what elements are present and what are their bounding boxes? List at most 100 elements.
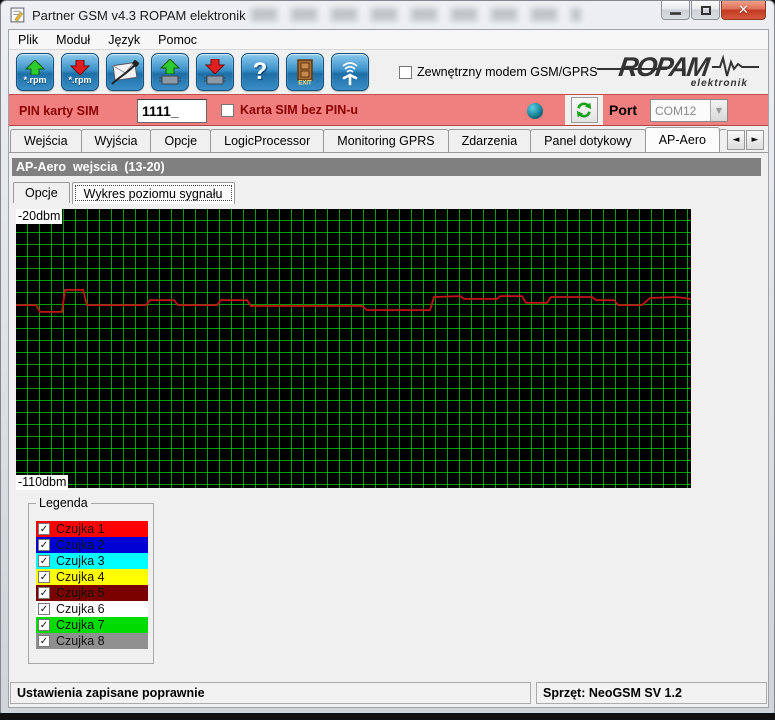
legend-item-8: ✓ Czujka 8 bbox=[36, 633, 148, 649]
legend-item-5: ✓ Czujka 5 bbox=[36, 585, 148, 601]
no-pin-checkbox[interactable]: Karta SIM bez PIN-u bbox=[221, 103, 358, 117]
app-window: Partner GSM v4.3 ROPAM elektronik ✕ Plik… bbox=[0, 0, 775, 714]
arrow-down-icon bbox=[67, 60, 93, 75]
minimize-icon bbox=[670, 12, 681, 15]
antenna-button[interactable] bbox=[331, 53, 369, 91]
chip-icon bbox=[158, 74, 182, 85]
legend-checkbox-5[interactable]: ✓ bbox=[38, 587, 50, 599]
refresh-ports-button[interactable] bbox=[571, 97, 598, 123]
tab-panel-dotykowy[interactable]: Panel dotykowy bbox=[530, 129, 646, 152]
checkbox-icon[interactable] bbox=[221, 104, 234, 117]
com-port-value: COM12 bbox=[651, 104, 710, 118]
save-rpm-file-button[interactable]: *.rpm bbox=[61, 53, 99, 91]
read-module-button[interactable] bbox=[151, 53, 189, 91]
chevron-down-icon[interactable]: ▼ bbox=[710, 100, 727, 121]
refresh-pad bbox=[565, 95, 603, 125]
arrow-up-icon bbox=[22, 60, 48, 75]
question-mark-icon: ? bbox=[253, 57, 268, 87]
checkbox-icon[interactable] bbox=[399, 66, 412, 79]
tab-ap-aero[interactable]: AP-Aero bbox=[645, 127, 720, 152]
tab-scroll-left-button[interactable]: ◄ bbox=[727, 130, 745, 150]
subtab-wykres[interactable]: Wykres poziomu sygnału bbox=[72, 182, 235, 204]
legend-checkbox-2[interactable]: ✓ bbox=[38, 539, 50, 551]
subtabs: Opcje Wykres poziomu sygnału bbox=[13, 182, 237, 204]
write-module-button[interactable] bbox=[196, 53, 234, 91]
legend-checkbox-3[interactable]: ✓ bbox=[38, 555, 50, 567]
exit-button[interactable]: EXIT bbox=[286, 53, 324, 91]
legend-item-7: ✓ Czujka 7 bbox=[36, 617, 148, 633]
external-modem-checkbox[interactable]: Zewnętrzny modem GSM/GPRS bbox=[399, 65, 598, 79]
client-area: Plik Moduł Język Pomoc *.rpm *.rpm bbox=[8, 29, 769, 708]
tab-scroll-right-button[interactable]: ► bbox=[746, 130, 764, 150]
legend-checkbox-6[interactable]: ✓ bbox=[38, 603, 50, 615]
rpm-label: *.rpm bbox=[23, 76, 46, 85]
load-rpm-file-button[interactable]: *.rpm bbox=[16, 53, 54, 91]
tab-logicprocessor[interactable]: LogicProcessor bbox=[210, 129, 324, 152]
pin-row: PIN karty SIM Karta SIM bez PIN-u Port bbox=[9, 94, 768, 126]
legend-title: Legenda bbox=[36, 496, 91, 510]
tab-wyj-cia[interactable]: Wyjścia bbox=[81, 129, 152, 152]
help-button[interactable]: ? bbox=[241, 53, 279, 91]
y-axis-max-label: -20dbm bbox=[16, 209, 62, 224]
minimize-button[interactable] bbox=[661, 1, 690, 20]
svg-text:EXIT: EXIT bbox=[298, 81, 312, 86]
legend-checkbox-4[interactable]: ✓ bbox=[38, 571, 50, 583]
arrow-down-icon bbox=[202, 59, 228, 74]
tab-scroll-arrows: ◄ ► bbox=[726, 130, 764, 150]
ropam-logo: ROPAM elektronik bbox=[619, 54, 754, 90]
legend-item-2: ✓ Czujka 2 bbox=[36, 537, 148, 553]
legend-item-1: ✓ Czujka 1 bbox=[36, 521, 148, 537]
pin-input[interactable] bbox=[137, 99, 207, 123]
tab-zdarzenia[interactable]: Zdarzenia bbox=[448, 129, 532, 152]
legend-label: Czujka 7 bbox=[56, 618, 105, 632]
tab-content: AP-Aero wejscia (13-20) Opcje Wykres poz… bbox=[9, 152, 768, 678]
title-bar[interactable]: Partner GSM v4.3 ROPAM elektronik ✕ bbox=[1, 1, 774, 29]
tab-row: WejściaWyjściaOpcjeLogicProcessorMonitor… bbox=[9, 127, 768, 152]
app-icon bbox=[10, 7, 27, 24]
arrow-up-icon bbox=[157, 59, 183, 74]
tab-monitoring-gprs[interactable]: Monitoring GPRS bbox=[323, 129, 448, 152]
menu-modul[interactable]: Moduł bbox=[47, 33, 99, 47]
legend-checkbox-7[interactable]: ✓ bbox=[38, 619, 50, 631]
rpm-label: *.rpm bbox=[68, 76, 91, 85]
legend-label: Czujka 2 bbox=[56, 538, 105, 552]
legend-item-4: ✓ Czujka 4 bbox=[36, 569, 148, 585]
plug-envelope-icon bbox=[110, 58, 140, 86]
window-title: Partner GSM v4.3 ROPAM elektronik bbox=[32, 8, 246, 23]
legend-label: Czujka 1 bbox=[56, 522, 105, 536]
close-button[interactable]: ✕ bbox=[721, 1, 766, 20]
external-modem-label: Zewnętrzny modem GSM/GPRS bbox=[417, 65, 598, 79]
legend-item-3: ✓Czujka 3 bbox=[36, 553, 148, 569]
signal-chart-plot bbox=[16, 209, 691, 488]
legend-groupbox: Legenda ✓Czujka 1✓Czujka 2✓Czujka 3✓Czuj… bbox=[28, 503, 154, 664]
tab-rf-4-ster[interactable]: RF-4 ster bbox=[719, 129, 726, 152]
status-message: Ustawienia zapisane poprawnie bbox=[10, 682, 531, 704]
antenna-icon bbox=[335, 58, 365, 86]
legend-label: Czujka 6 bbox=[56, 602, 105, 616]
connection-led-indicator bbox=[527, 103, 543, 119]
y-axis-min-label: -110dbm bbox=[16, 475, 68, 490]
legend-checkbox-8[interactable]: ✓ bbox=[38, 635, 50, 647]
hardware-version: Sprzęt: NeoGSM SV 1.2 bbox=[536, 682, 767, 704]
legend-checkbox-1[interactable]: ✓ bbox=[38, 523, 50, 535]
maximize-button[interactable] bbox=[691, 1, 720, 20]
legend-label: Czujka 8 bbox=[56, 634, 105, 648]
menu-jezyk[interactable]: Język bbox=[99, 33, 149, 47]
legend-label: Czujka 5 bbox=[56, 586, 105, 600]
legend-item-6: ✓ Czujka 6 bbox=[36, 601, 148, 617]
desktop-edge bbox=[0, 713, 775, 720]
tab-opcje[interactable]: Opcje bbox=[150, 129, 211, 152]
menu-plik[interactable]: Plik bbox=[9, 33, 47, 47]
no-pin-label: Karta SIM bez PIN-u bbox=[240, 103, 358, 117]
signal-line-czujka1 bbox=[16, 290, 691, 312]
tab-wej-cia[interactable]: Wejścia bbox=[10, 129, 82, 152]
menu-pomoc[interactable]: Pomoc bbox=[149, 33, 206, 47]
connection-button[interactable] bbox=[106, 53, 144, 91]
waveform-icon bbox=[712, 54, 760, 80]
com-port-select[interactable]: COM12 ▼ bbox=[650, 99, 728, 122]
panel-header: AP-Aero wejscia (13-20) bbox=[12, 158, 761, 176]
legend-label: Czujka 4 bbox=[56, 570, 105, 584]
subtab-opcje[interactable]: Opcje bbox=[13, 182, 70, 203]
legend-items: ✓Czujka 1✓Czujka 2✓Czujka 3✓Czujka 4✓Czu… bbox=[36, 521, 148, 649]
refresh-icon bbox=[575, 101, 593, 119]
